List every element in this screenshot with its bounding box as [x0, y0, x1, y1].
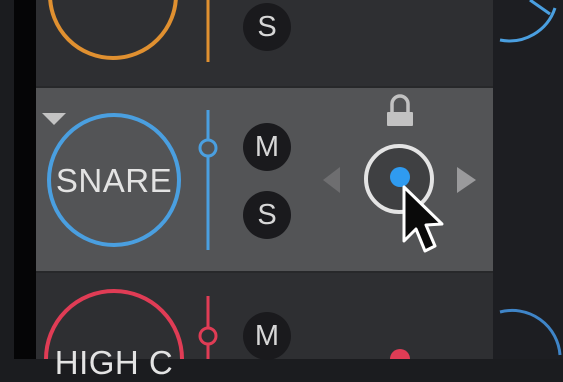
arrow-right-icon[interactable] [457, 167, 476, 193]
pad-circle[interactable] [48, 0, 178, 60]
solo-button[interactable]: S [243, 191, 291, 239]
volume-slider-handle[interactable] [198, 138, 218, 158]
solo-button[interactable]: S [243, 3, 291, 51]
volume-slider-handle[interactable] [198, 326, 218, 346]
mute-button[interactable]: M [243, 123, 291, 171]
lock-icon[interactable] [387, 94, 413, 126]
dropdown-triangle-icon[interactable] [42, 113, 66, 125]
track-row-top [48, 0, 210, 62]
knob-indicator [390, 167, 410, 187]
partial-knob-arc [499, 308, 562, 356]
pad-label: SNARE [55, 162, 173, 199]
partial-knob-arc [529, 0, 551, 16]
pad-label: HIGH C [54, 344, 174, 381]
partial-red-indicator [390, 349, 410, 359]
mute-button[interactable]: M [243, 312, 291, 360]
arrow-left-icon[interactable] [323, 167, 340, 193]
